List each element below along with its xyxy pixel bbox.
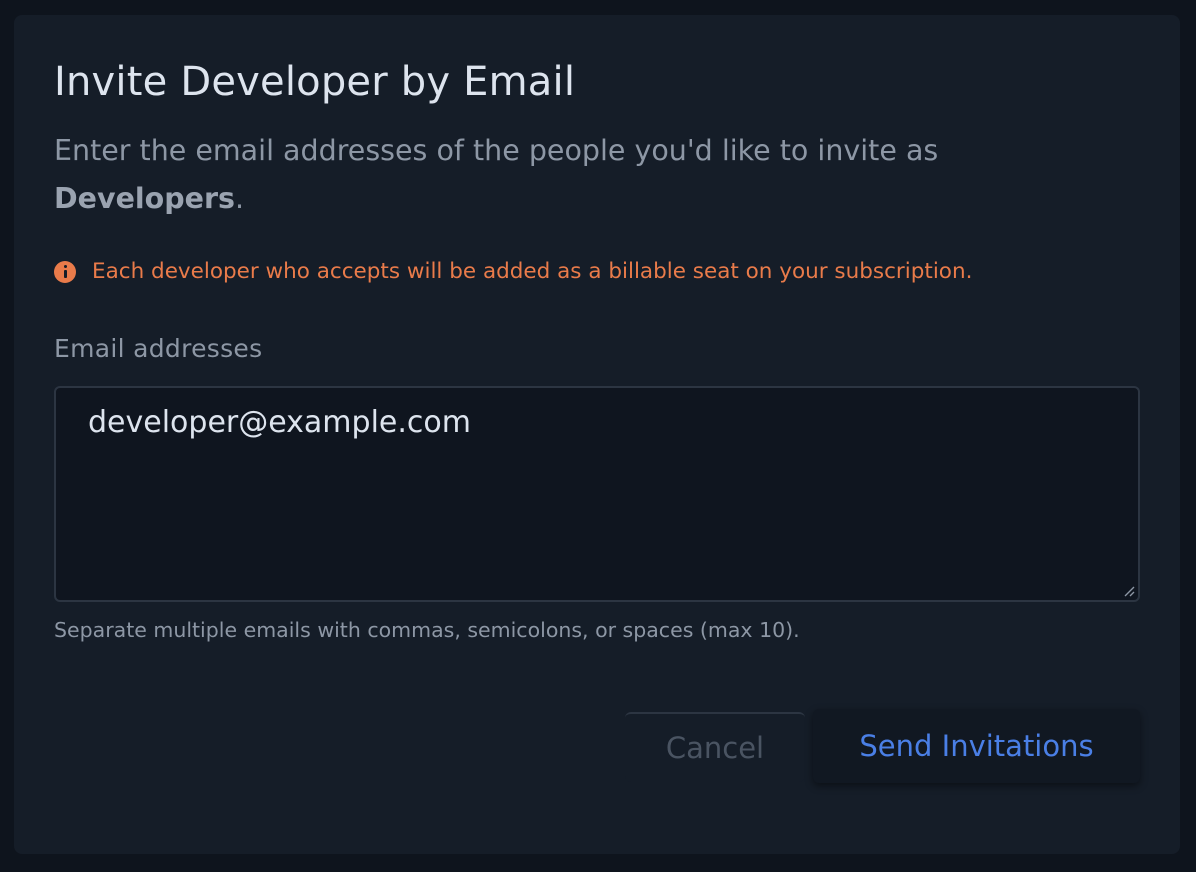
info-circle-icon (54, 261, 76, 283)
billing-warning: Each developer who accepts will be added… (54, 257, 972, 287)
description-role: Developers (54, 182, 235, 215)
resize-handle-icon[interactable] (1123, 585, 1135, 597)
billing-warning-text: Each developer who accepts will be added… (92, 259, 973, 284)
invite-developer-dialog: Invite Developer by Email Enter the emai… (14, 15, 1180, 854)
description-suffix: . (235, 182, 245, 215)
email-helper-text: Separate multiple emails with commas, se… (54, 618, 800, 642)
description-prefix: Enter the email addresses of the people … (54, 134, 939, 167)
send-invitations-button[interactable]: Send Invitations (813, 709, 1140, 783)
dialog-title: Invite Developer by Email (54, 59, 576, 105)
dialog-description: Enter the email addresses of the people … (54, 127, 1014, 223)
email-addresses-field-wrapper (54, 386, 1140, 602)
email-addresses-input[interactable] (56, 388, 1138, 600)
cancel-button[interactable]: Cancel (625, 712, 805, 782)
email-addresses-label: Email addresses (54, 334, 263, 363)
